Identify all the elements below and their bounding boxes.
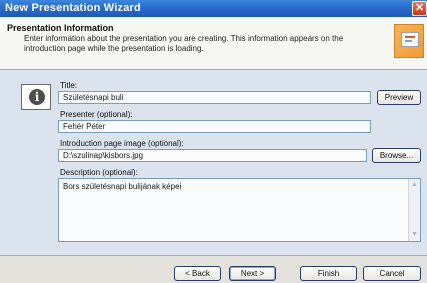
image-path-input[interactable]: D:\szulinap\kisbors.jpg [58, 149, 367, 162]
presenter-input[interactable]: Fehér Péter [58, 120, 371, 133]
wizard-graphic-icon [394, 24, 424, 58]
title-bar[interactable]: New Presentation Wizard ✕ [0, 0, 427, 17]
wizard-window: New Presentation Wizard ✕ Presentation I… [0, 0, 427, 283]
back-button[interactable]: < Back [174, 266, 221, 281]
scroll-up-icon[interactable]: ▲ [410, 180, 419, 190]
title-label: Title: [60, 81, 78, 90]
next-button[interactable]: Next > [229, 266, 276, 281]
description-label: Description (optional): [60, 168, 138, 177]
image-label: Introduction page image (optional): [60, 139, 184, 148]
window-title: New Presentation Wizard [5, 2, 141, 14]
presenter-label: Presenter (optional): [60, 110, 133, 119]
wizard-header: Presentation Information Enter informati… [0, 17, 427, 70]
description-scrollbar[interactable]: ▲ ▼ [408, 179, 420, 241]
description-textarea[interactable]: Bors születésnapi bulijának képei ▲ ▼ [58, 178, 421, 242]
finish-button[interactable]: Finish [300, 266, 357, 281]
slide-sheet [401, 32, 419, 47]
info-icon: i [21, 84, 51, 110]
description-text: Bors születésnapi bulijának képei [63, 182, 182, 191]
page-title: Presentation Information [7, 23, 114, 33]
cancel-button[interactable]: Cancel [363, 266, 421, 281]
close-icon: ✕ [414, 2, 425, 14]
browse-button[interactable]: Browse... [372, 148, 421, 163]
preview-button[interactable]: Preview [377, 90, 421, 105]
close-button[interactable]: ✕ [412, 1, 427, 16]
scroll-down-icon[interactable]: ▼ [410, 230, 419, 240]
title-input[interactable]: Születésnapi buli [58, 91, 371, 104]
page-description: Enter information about the presentation… [24, 34, 344, 53]
